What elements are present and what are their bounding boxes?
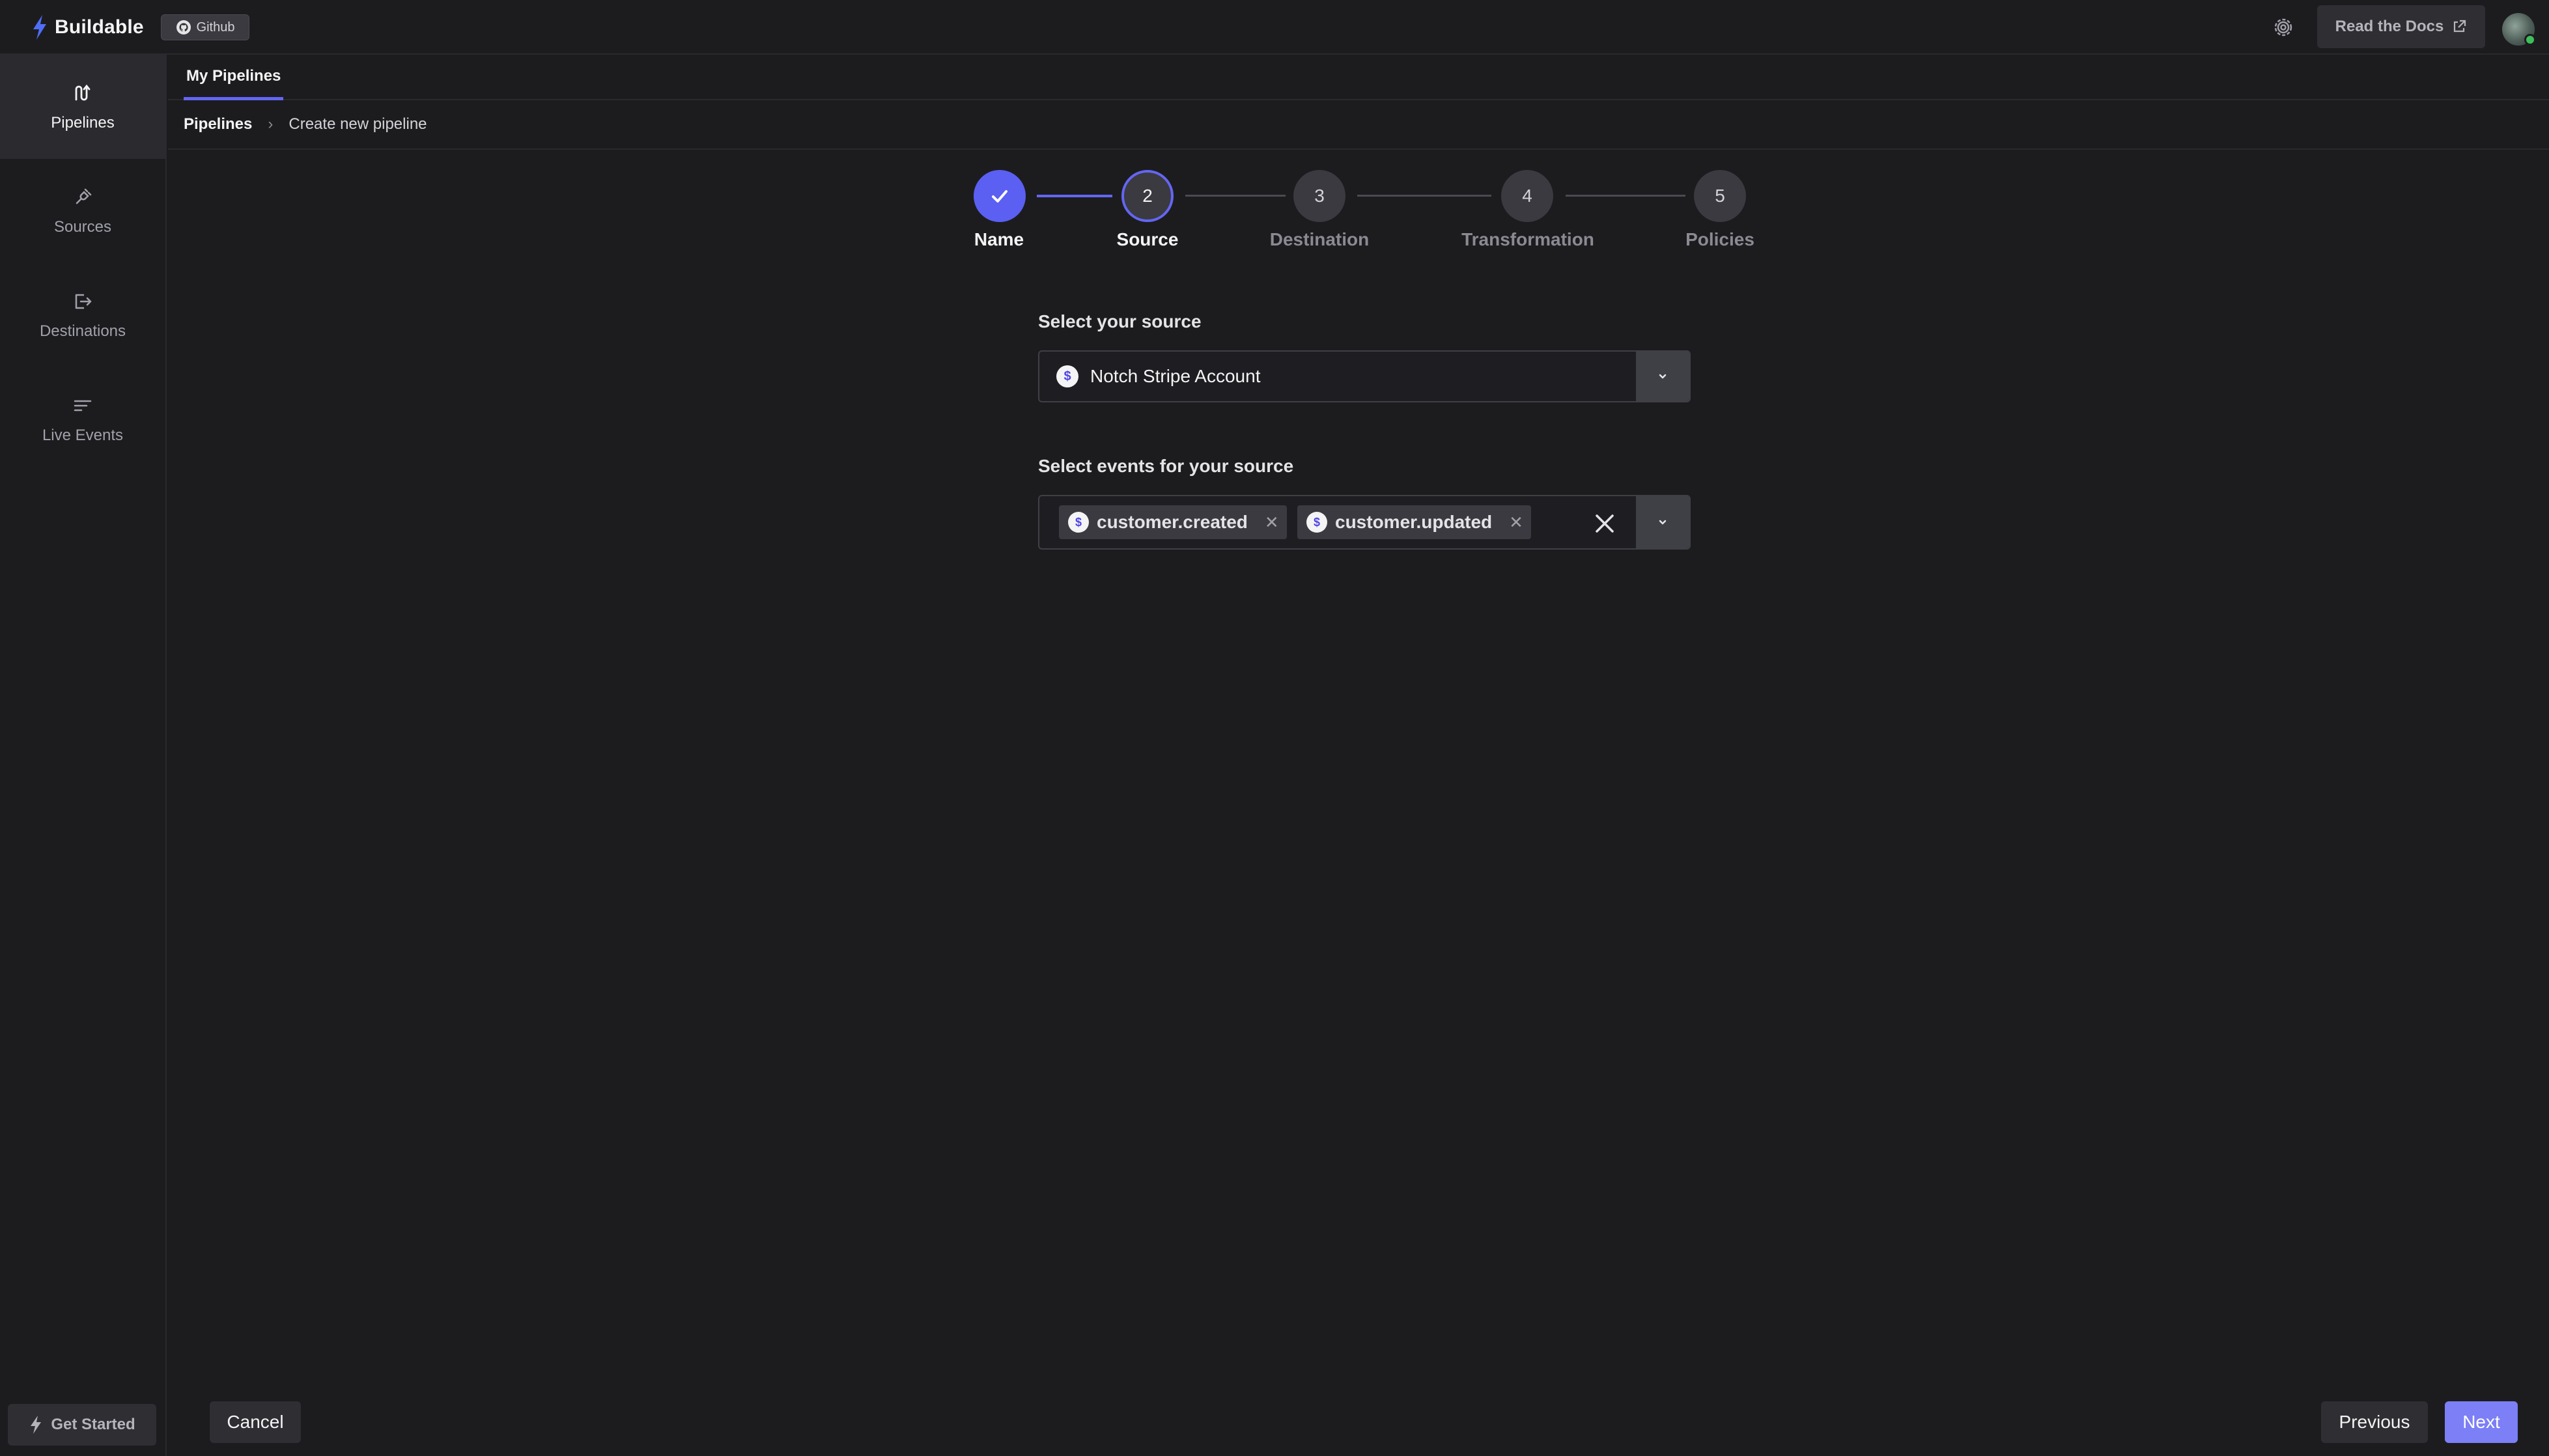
step-5-circle[interactable]: 5 xyxy=(1694,170,1746,222)
step-3-label: Destination xyxy=(1269,229,1370,249)
step-3-circle[interactable]: 3 xyxy=(1293,170,1345,222)
sidebar: Pipelines Sources Destinations Live Even… xyxy=(0,55,167,1456)
next-label: Next xyxy=(2462,1412,2500,1432)
event-chip: $ customer.updated ✕ xyxy=(1297,505,1531,539)
step-1-label: Name xyxy=(974,229,1024,249)
step-connector xyxy=(1357,195,1491,197)
events-multiselect[interactable]: $ customer.created ✕ $ customer.updated … xyxy=(1038,495,1691,550)
read-docs-button[interactable]: Read the Docs xyxy=(2317,5,2485,48)
stripe-logo-icon: $ xyxy=(1056,365,1078,387)
get-started-button[interactable]: Get Started xyxy=(8,1404,156,1446)
sidebar-item-label: Destinations xyxy=(39,322,126,340)
breadcrumb: Pipelines › Create new pipeline xyxy=(168,100,2549,150)
tab-label: My Pipelines xyxy=(186,66,281,85)
clear-all-icon[interactable] xyxy=(1590,509,1619,538)
event-chip-label: customer.updated xyxy=(1335,512,1493,532)
plug-icon xyxy=(76,188,92,204)
cancel-label: Cancel xyxy=(227,1412,284,1432)
step-2-circle[interactable]: 2 xyxy=(1121,170,1174,222)
previous-label: Previous xyxy=(2339,1412,2410,1432)
cancel-button[interactable]: Cancel xyxy=(210,1401,301,1443)
step-number: 5 xyxy=(1715,186,1725,206)
tab-my-pipelines[interactable]: My Pipelines xyxy=(184,55,284,100)
source-value-text: Notch Stripe Account xyxy=(1090,366,1261,386)
app-logo[interactable]: Buildable xyxy=(31,13,144,42)
source-field-label: Select your source xyxy=(1038,311,1202,331)
sidebar-item-sources[interactable]: Sources xyxy=(0,159,165,263)
remove-chip-icon[interactable]: ✕ xyxy=(1265,512,1279,533)
sidebar-item-label: Pipelines xyxy=(51,114,115,132)
event-chip-label: customer.created xyxy=(1097,512,1248,532)
events-dropdown-toggle[interactable] xyxy=(1636,496,1689,548)
step-number: 2 xyxy=(1142,186,1153,206)
app-name: Buildable xyxy=(55,16,144,38)
step-connector xyxy=(1037,195,1112,197)
step-number: 3 xyxy=(1314,186,1325,206)
github-icon xyxy=(176,20,191,35)
sidebar-item-label: Live Events xyxy=(42,427,124,444)
top-bar: Buildable Github Read the Docs xyxy=(0,0,2549,55)
step-5-label: Policies xyxy=(1685,229,1754,249)
online-status-dot xyxy=(2524,34,2536,46)
pipelines-icon xyxy=(75,84,91,101)
github-label: Github xyxy=(196,20,235,35)
step-connector xyxy=(1566,195,1685,197)
sidebar-item-label: Sources xyxy=(53,218,112,236)
check-icon xyxy=(992,190,1007,203)
step-4-label: Transformation xyxy=(1461,229,1594,249)
bolt-icon xyxy=(33,15,46,40)
tab-bar: My Pipelines xyxy=(168,55,2549,100)
step-number: 4 xyxy=(1522,186,1532,206)
list-icon xyxy=(74,400,92,412)
stripe-logo-icon: $ xyxy=(1068,512,1089,533)
source-select[interactable]: $ Notch Stripe Account xyxy=(1038,350,1691,402)
logout-icon xyxy=(75,294,92,309)
stripe-logo-icon: $ xyxy=(1306,512,1327,533)
source-selected-value: $ Notch Stripe Account xyxy=(1056,352,1260,401)
step-2-label: Source xyxy=(1116,229,1179,249)
source-dropdown-toggle[interactable] xyxy=(1636,352,1689,401)
gear-icon[interactable] xyxy=(2272,16,2295,39)
step-4-circle[interactable]: 4 xyxy=(1501,170,1553,222)
github-button[interactable]: Github xyxy=(161,14,249,40)
previous-button[interactable]: Previous xyxy=(2321,1401,2428,1443)
step-connector xyxy=(1185,195,1286,197)
breadcrumb-separator: › xyxy=(268,115,274,133)
events-field-label: Select events for your source xyxy=(1038,456,1294,476)
breadcrumb-root[interactable]: Pipelines xyxy=(184,115,252,133)
chevron-down-icon xyxy=(1659,374,1667,379)
read-docs-label: Read the Docs xyxy=(2335,18,2444,35)
sidebar-item-live-events[interactable]: Live Events xyxy=(0,367,165,471)
get-started-label: Get Started xyxy=(51,1416,135,1433)
next-button[interactable]: Next xyxy=(2445,1401,2518,1443)
step-1-circle[interactable] xyxy=(974,170,1026,222)
bolt-icon xyxy=(31,1416,42,1434)
remove-chip-icon[interactable]: ✕ xyxy=(1509,512,1523,533)
breadcrumb-current: Create new pipeline xyxy=(289,115,427,133)
event-chip: $ customer.created ✕ xyxy=(1059,505,1287,539)
chevron-down-icon xyxy=(1659,520,1667,525)
sidebar-item-pipelines[interactable]: Pipelines xyxy=(0,55,165,159)
external-link-icon xyxy=(2454,20,2466,33)
sidebar-item-destinations[interactable]: Destinations xyxy=(0,263,165,367)
